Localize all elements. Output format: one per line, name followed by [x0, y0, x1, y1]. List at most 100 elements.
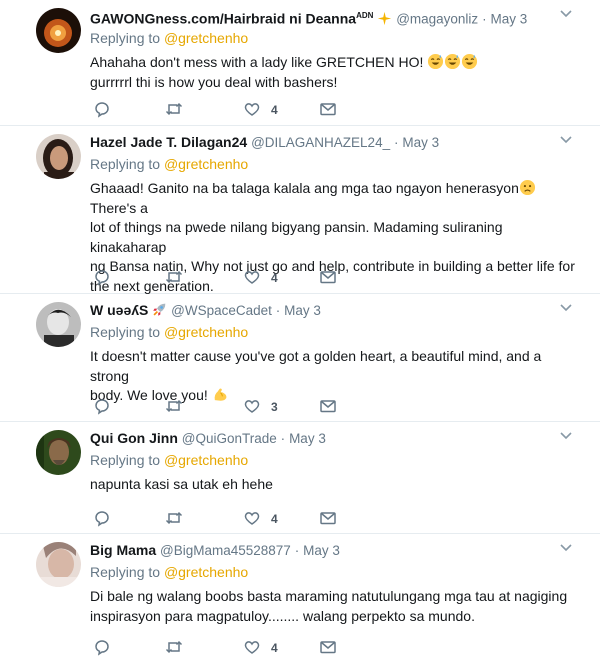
heart-icon [244, 512, 260, 525]
text-line: napunta kasi sa utak eh hehe [90, 476, 273, 492]
dm-button[interactable] [319, 267, 337, 287]
tweet-date[interactable]: May 3 [284, 303, 321, 318]
like-count: 4 [271, 271, 278, 285]
reply-button[interactable] [93, 637, 111, 657]
tweet[interactable]: Qui Gon Jinn @QuiGonTrade · May 3 Replyi… [0, 422, 600, 534]
user-handle[interactable]: @DILAGANHAZEL24_ [251, 135, 390, 150]
frowning-emoji-icon [519, 179, 535, 196]
tweet-actions: 4 [93, 508, 353, 528]
dm-button[interactable] [319, 637, 337, 657]
mention-link[interactable]: @gretchenho [164, 156, 248, 172]
tweet[interactable]: GAWONGness.com/Hairbraid ni DeannaADN @m… [0, 0, 600, 126]
tweet-date[interactable]: May 3 [402, 135, 439, 150]
retweet-icon [165, 399, 183, 413]
envelope-icon [320, 512, 336, 525]
display-name[interactable]: W uəəʎS [90, 302, 148, 318]
user-handle[interactable]: @QuiGonTrade [182, 431, 277, 446]
like-button[interactable]: 4 [243, 99, 278, 119]
envelope-icon [320, 271, 336, 284]
reply-icon [95, 102, 109, 118]
reply-button[interactable] [93, 267, 111, 287]
dm-button[interactable] [319, 99, 337, 119]
reply-icon [95, 640, 109, 656]
tweet-actions: 4 [93, 267, 353, 287]
dm-button[interactable] [319, 396, 337, 416]
user-handle[interactable]: @magayonliz [396, 12, 478, 27]
display-name[interactable]: Qui Gon Jinn [90, 430, 178, 446]
avatar[interactable] [36, 8, 81, 53]
avatar[interactable] [36, 302, 81, 347]
mention-link[interactable]: @gretchenho [164, 30, 248, 46]
tweet-date[interactable]: May 3 [303, 543, 340, 558]
like-count: 4 [271, 641, 278, 655]
reply-button[interactable] [93, 508, 111, 528]
name-superscript: ADN [356, 11, 374, 20]
retweet-icon [165, 640, 183, 654]
avatar[interactable] [36, 134, 81, 179]
replying-to: Replying to @gretchenho [90, 155, 575, 173]
text-line: gurrrrrl thi is how you deal with basher… [90, 73, 338, 90]
tweet-text: Di bale ng walang boobs basta maraming n… [90, 587, 575, 626]
replying-to: Replying to @gretchenho [90, 29, 575, 47]
tweet-text: Ahahaha don't mess with a lady like GRET… [90, 53, 575, 92]
reply-feed: GAWONGness.com/Hairbraid ni DeannaADN @m… [0, 0, 600, 660]
display-name[interactable]: Big Mama [90, 542, 156, 558]
retweet-icon [165, 102, 183, 116]
replying-prefix: Replying to [90, 452, 161, 468]
retweet-button[interactable] [165, 267, 183, 287]
replying-prefix: Replying to [90, 324, 161, 340]
like-count: 4 [271, 103, 278, 117]
separator-dot: · [280, 431, 286, 446]
user-handle[interactable]: @WSpaceCadet [171, 303, 272, 318]
retweet-icon [165, 270, 183, 284]
user-handle[interactable]: @BigMama45528877 [160, 543, 291, 558]
display-name[interactable]: Hazel Jade T. Dilagan24 [90, 134, 247, 150]
tweet-text: napunta kasi sa utak eh hehe [90, 475, 575, 495]
mention-link[interactable]: @gretchenho [164, 324, 248, 340]
replying-prefix: Replying to [90, 156, 161, 172]
separator-dot: · [275, 303, 281, 318]
separator-dot: · [482, 11, 487, 27]
heart-icon [244, 400, 260, 413]
reply-icon [95, 270, 109, 286]
envelope-icon [320, 103, 336, 116]
tweet-date[interactable]: May 3 [490, 12, 527, 27]
retweet-button[interactable] [165, 396, 183, 416]
retweet-button[interactable] [165, 637, 183, 657]
tweet-date[interactable]: May 3 [289, 431, 326, 446]
separator-dot: · [294, 543, 300, 558]
reply-icon [95, 511, 109, 527]
reply-button[interactable] [93, 99, 111, 119]
replying-to: Replying to @gretchenho [90, 563, 575, 581]
text-line: Ahahaha don't mess with a lady like GRET… [90, 54, 424, 70]
display-name[interactable]: GAWONGness.com/Hairbraid ni Deanna [90, 11, 356, 27]
mention-link[interactable]: @gretchenho [164, 452, 248, 468]
tweet-actions: 4 [93, 99, 353, 119]
heart-icon [244, 271, 260, 284]
text-line: There's a [90, 199, 148, 216]
tweet[interactable]: W uəəʎS @WSpaceCadet · May 3 Replying to… [0, 294, 600, 422]
heart-icon [244, 641, 260, 654]
replying-prefix: Replying to [90, 564, 161, 580]
tweet[interactable]: Big Mama @BigMama45528877 · May 3 Replyi… [0, 534, 600, 660]
text-line: It doesn't matter cause you've got a gol… [90, 348, 542, 384]
retweet-button[interactable] [165, 99, 183, 119]
like-count: 4 [271, 512, 278, 526]
retweet-icon [165, 511, 183, 525]
avatar[interactable] [36, 430, 81, 475]
reply-button[interactable] [93, 396, 111, 416]
retweet-button[interactable] [165, 508, 183, 528]
like-button[interactable]: 4 [243, 508, 278, 528]
like-button[interactable]: 4 [243, 267, 278, 287]
replying-to: Replying to @gretchenho [90, 451, 575, 469]
like-button[interactable]: 4 [243, 637, 278, 657]
avatar[interactable] [36, 542, 81, 587]
dm-button[interactable] [319, 508, 337, 528]
text-line: inspirasyon para magpatuloy........ wala… [90, 607, 475, 624]
like-button[interactable]: 3 [243, 396, 278, 416]
envelope-icon [320, 641, 336, 654]
mention-link[interactable]: @gretchenho [164, 564, 248, 580]
reply-icon [95, 399, 109, 415]
sparkles-icon [378, 11, 392, 25]
tweet[interactable]: Hazel Jade T. Dilagan24 @DILAGANHAZEL24_… [0, 126, 600, 294]
